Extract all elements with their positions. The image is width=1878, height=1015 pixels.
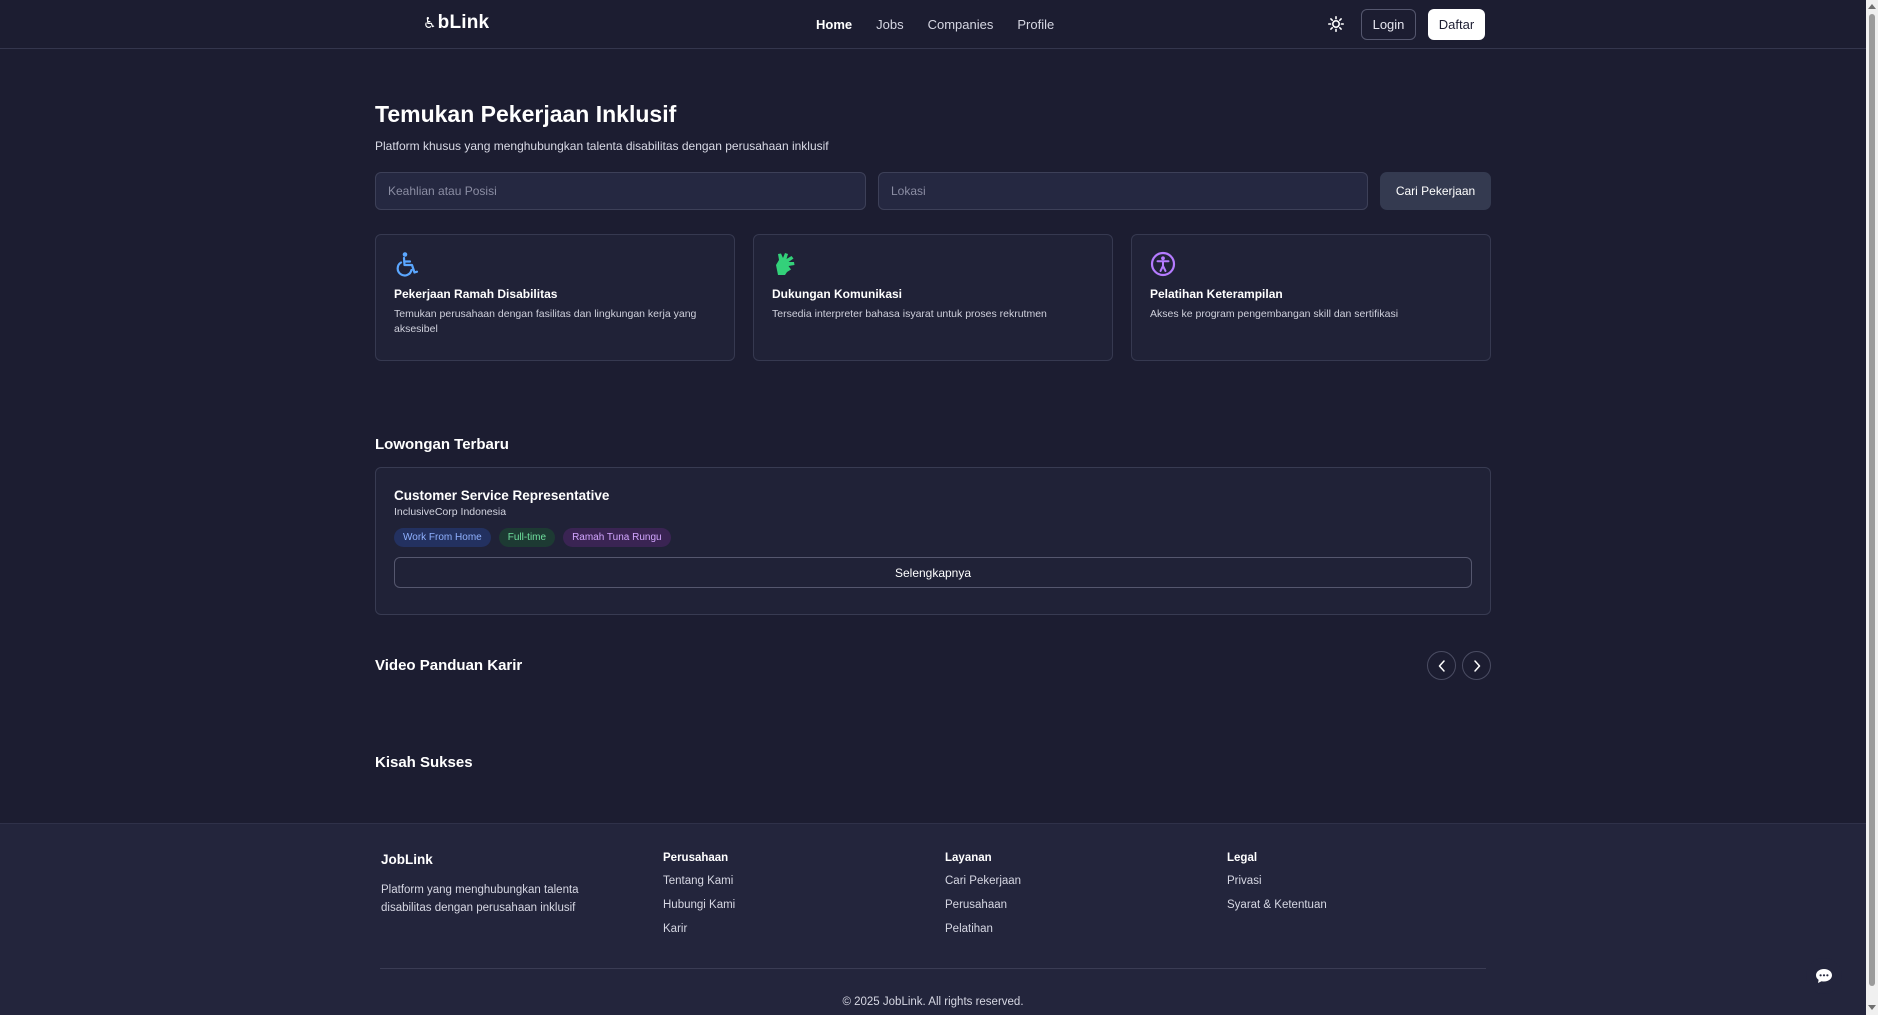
tag-full-time: Full-time	[498, 528, 556, 547]
accessibility-icon	[1150, 251, 1176, 277]
feature-description: Tersedia interpreter bahasa isyarat untu…	[772, 308, 1047, 320]
logo-text: bLink	[437, 12, 490, 33]
feature-title: Dukungan Komunikasi	[772, 287, 903, 301]
chat-bubble-icon[interactable]	[1806, 958, 1842, 994]
footer-link-terms[interactable]: Syarat & Ketentuan	[1227, 898, 1327, 912]
hero-title: Temukan Pekerjaan Inklusif	[375, 101, 677, 127]
footer-col-legal: Legal Privasi Syarat & Ketentuan	[1227, 852, 1327, 912]
footer-heading: Legal	[1227, 852, 1258, 864]
scroll-up-arrow-icon[interactable]	[1868, 4, 1876, 9]
scroll-down-arrow-icon[interactable]	[1868, 1005, 1876, 1010]
footer-brand: JobLink	[381, 852, 433, 867]
feature-title: Pelatihan Keterampilan	[1150, 287, 1283, 301]
job-tags: Work From Home Full-time Ramah Tuna Rung…	[394, 528, 1472, 547]
footer-heading: Perusahaan	[663, 852, 729, 864]
main-nav: Home Jobs Companies Profile	[816, 17, 1054, 32]
job-details-button[interactable]: Selengkapnya	[394, 557, 1472, 588]
sign-language-hand-icon	[776, 253, 795, 275]
login-button[interactable]: Login	[1361, 9, 1416, 40]
tag-work-from-home: Work From Home	[394, 528, 491, 547]
copyright: © 2025 JobLink. All rights reserved.	[842, 996, 1024, 1008]
feature-title: Pekerjaan Ramah Disabilitas	[394, 287, 558, 301]
footer-description: Platform yang menghubungkan talenta disa…	[381, 884, 579, 914]
navbar: ♿bLink Home Jobs Companies Profile Login…	[0, 0, 1866, 49]
nav-profile[interactable]: Profile	[1017, 17, 1054, 32]
feature-card-training: Pelatihan Keterampilan Akses ke program …	[1131, 234, 1491, 361]
scroll-thumb[interactable]	[1869, 14, 1875, 986]
footer-link-find-jobs[interactable]: Cari Pekerjaan	[945, 874, 1021, 888]
job-company: InclusiveCorp Indonesia	[394, 506, 507, 518]
wheelchair-icon	[396, 252, 419, 277]
footer-link-about[interactable]: Tentang Kami	[663, 874, 735, 888]
logo-mark-icon: ♿	[423, 15, 437, 32]
tag-deaf-friendly: Ramah Tuna Rungu	[563, 528, 671, 547]
feature-card-accessible-jobs: Pekerjaan Ramah Disabilitas Temukan peru…	[375, 234, 735, 361]
register-button[interactable]: Daftar	[1428, 9, 1485, 40]
footer: JobLink Platform yang menghubungkan tale…	[0, 823, 1866, 1015]
footer-col-company: Perusahaan Tentang Kami Hubungi Kami Kar…	[663, 852, 735, 936]
skill-search-input[interactable]	[375, 172, 866, 210]
footer-link-careers[interactable]: Karir	[663, 922, 735, 936]
carousel-prev-chevron-left-icon[interactable]	[1427, 651, 1456, 680]
logo[interactable]: ♿bLink	[423, 12, 489, 34]
footer-link-training[interactable]: Pelatihan	[945, 922, 1021, 936]
feature-description: Akses ke program pengembangan skill dan …	[1150, 308, 1399, 320]
feature-description: Temukan perusahaan dengan fasilitas dan …	[394, 308, 697, 335]
footer-heading: Layanan	[945, 852, 992, 864]
search-jobs-button[interactable]: Cari Pekerjaan	[1380, 172, 1491, 210]
success-stories-title: Kisah Sukses	[375, 754, 473, 771]
footer-link-companies[interactable]: Perusahaan	[945, 898, 1021, 912]
carousel-next-chevron-right-icon[interactable]	[1462, 651, 1491, 680]
feature-card-communication: Dukungan Komunikasi Tersedia interpreter…	[753, 234, 1113, 361]
career-video-title: Video Panduan Karir	[375, 657, 523, 674]
page-scrollbar[interactable]	[1866, 0, 1878, 1015]
job-title[interactable]: Customer Service Representative	[394, 488, 1472, 503]
footer-brand-col: JobLink Platform yang menghubungkan tale…	[381, 852, 596, 917]
footer-link-privacy[interactable]: Privasi	[1227, 874, 1327, 888]
nav-jobs[interactable]: Jobs	[876, 17, 903, 32]
nav-home[interactable]: Home	[816, 17, 852, 32]
location-search-input[interactable]	[878, 172, 1368, 210]
job-card: Customer Service Representative Inclusiv…	[375, 467, 1491, 615]
theme-toggle-sun-icon[interactable]	[1326, 14, 1346, 34]
footer-divider	[380, 968, 1486, 969]
hero-subtitle: Platform khusus yang menghubungkan talen…	[375, 139, 829, 153]
footer-col-services: Layanan Cari Pekerjaan Perusahaan Pelati…	[945, 852, 1021, 936]
nav-companies[interactable]: Companies	[928, 17, 994, 32]
footer-link-contact[interactable]: Hubungi Kami	[663, 898, 735, 912]
latest-jobs-title: Lowongan Terbaru	[375, 436, 509, 453]
